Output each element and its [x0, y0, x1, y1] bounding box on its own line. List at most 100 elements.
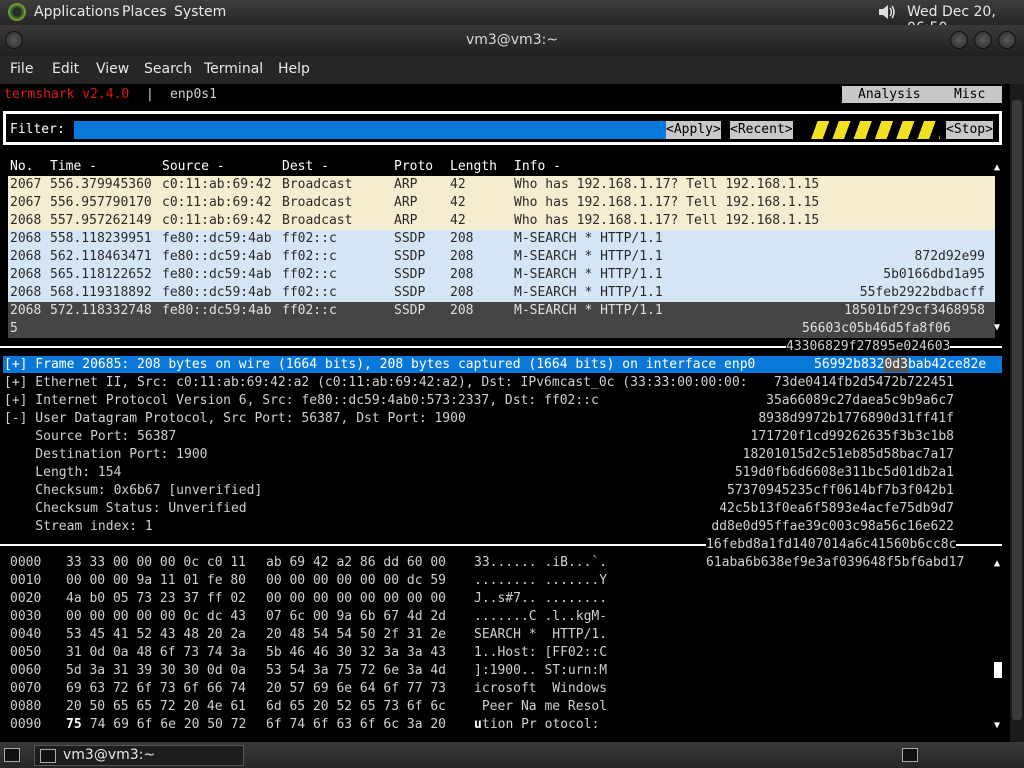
tree-leaf[interactable]: Checksum Status: Unverified	[4, 500, 246, 518]
hex-ascii[interactable]: J..s#7.. ........	[474, 590, 607, 608]
hex-bytes-2[interactable]: ab 69 42 a2 86 dd 60 00	[266, 554, 446, 572]
col-dest[interactable]: Dest -	[282, 158, 329, 176]
col-proto[interactable]: Proto	[394, 158, 433, 176]
hex-bytes-highlight[interactable]: 75	[66, 716, 82, 734]
hex-scroll-up-icon[interactable]: ▲	[994, 558, 1000, 569]
hex-bytes-1[interactable]: 00 00 00 00 00 0c dc 43	[66, 608, 246, 626]
recent-button[interactable]: <Recent>	[730, 121, 793, 139]
col-no[interactable]: No.	[10, 158, 33, 176]
packet-row[interactable]: 2068 562.118463471 fe80::dc59:4ab ff02::c SS…	[8, 248, 995, 266]
hex-bytes-1[interactable]: 33 33 00 00 00 0c c0 11	[66, 554, 246, 572]
hex-ascii[interactable]: Peer Na me Resol	[474, 698, 607, 716]
hex-bytes-1[interactable]: 69 63 72 6f 73 6f 66 74	[66, 680, 246, 698]
tree-hash: 35a66089c27daea5c9b9a6c7	[766, 393, 954, 408]
stop-button[interactable]: <Stop>	[946, 121, 993, 139]
hex-bytes-2[interactable]: 53 54 3a 75 72 6e 3a 4d	[266, 662, 446, 680]
maximize-icon[interactable]	[974, 31, 992, 49]
hex-bytes-1[interactable]: 74 69 6f 6e 20 50 72	[82, 716, 247, 734]
col-length[interactable]: Length	[450, 158, 497, 176]
packet-cell-len: 42	[450, 213, 466, 228]
hex-bytes-1[interactable]: 20 50 65 65 72 20 4e 61	[66, 698, 246, 716]
hex-bytes-2[interactable]: 6d 65 20 52 65 73 6f 6c	[266, 698, 446, 716]
places-menu[interactable]: Places	[122, 4, 167, 20]
packet-row[interactable]: 2068 558.118239951 fe80::dc59:4ab ff02::c SS…	[8, 230, 995, 248]
hex-ascii[interactable]: icrosoft Windows	[474, 680, 607, 698]
packet-cell-no: 2067	[10, 177, 42, 192]
hex-scroll-down-icon[interactable]: ▼	[994, 720, 1000, 731]
col-info[interactable]: Info -	[514, 158, 561, 176]
hex-ascii[interactable]: tion Pr otocol:	[482, 716, 599, 734]
hex-ascii-highlight[interactable]: u	[474, 716, 482, 734]
workspace-icon[interactable]	[902, 748, 918, 762]
menu-view[interactable]: View	[96, 61, 129, 77]
scrollbar-thumb[interactable]	[1012, 100, 1022, 720]
applications-menu[interactable]: Applications	[34, 4, 120, 20]
apply-button[interactable]: <Apply>	[666, 121, 721, 139]
hex-ascii[interactable]: SEARCH * HTTP/1.	[474, 626, 607, 644]
tree-hash-tail: bab42ce82e	[907, 357, 987, 372]
packet-row[interactable]: 2068 568.119318892 fe80::dc59:4ab ff02::c SS…	[8, 284, 995, 302]
hex-ascii[interactable]: 33...... .iB...`.	[474, 554, 607, 572]
window-titlebar[interactable]: vm3@vm3:~	[0, 25, 1024, 56]
tree-node[interactable]: [+] Ethernet II, Src: c0:11:ab:69:42:a2 …	[4, 374, 748, 392]
hex-bytes-2[interactable]: 20 57 69 6e 64 6f 77 73	[266, 680, 446, 698]
menu-terminal[interactable]: Terminal	[204, 61, 263, 77]
hex-ascii[interactable]: .......C .l..kgM-	[474, 608, 607, 626]
tree-leaf[interactable]: Length: 154	[4, 464, 121, 482]
tree-node[interactable]: [+] Internet Protocol Version 6, Src: fe…	[4, 392, 599, 410]
tree-leaf[interactable]: Checksum: 0x6b67 [unverified]	[4, 482, 262, 500]
packet-cell-proto: SSDP	[394, 285, 426, 300]
tab-misc[interactable]: Misc	[954, 86, 985, 104]
packet-cell-dst: ff02::c	[282, 249, 337, 264]
filter-input[interactable]	[74, 121, 666, 139]
hex-bytes-2[interactable]: 20 48 54 54 50 2f 31 2e	[266, 626, 446, 644]
menu-file[interactable]: File	[10, 61, 33, 77]
menu-edit[interactable]: Edit	[52, 61, 79, 77]
hex-bytes-2[interactable]: 00 00 00 00 00 00 00 00	[266, 590, 446, 608]
hex-ascii[interactable]: ........ .......Y	[474, 572, 607, 590]
scroll-down-icon[interactable]: ▼	[994, 322, 1000, 333]
packet-row-wrap[interactable]: 5 56603c05b46d5fa8f06	[8, 320, 995, 338]
minimize-icon[interactable]	[950, 31, 968, 49]
packet-cell-proto: ARP	[394, 177, 418, 192]
close-icon[interactable]	[998, 31, 1016, 49]
col-time[interactable]: Time -	[50, 158, 97, 176]
hex-ascii[interactable]: ]:1900.. ST:urn:M	[474, 662, 607, 680]
packet-row[interactable]: 2067 556.379945360 c0:11:ab:69:42 Broadcast…	[8, 176, 995, 194]
hex-ascii[interactable]: 1..Host: [FF02::C	[474, 644, 607, 662]
hex-offset: 0020	[10, 591, 42, 606]
menu-help[interactable]: Help	[278, 61, 310, 77]
tree-leaf[interactable]: Source Port: 56387	[4, 428, 176, 446]
speaker-icon[interactable]	[878, 4, 896, 20]
hex-bytes-1[interactable]: 00 00 00 9a 11 01 fe 80	[66, 572, 246, 590]
packet-row[interactable]: 2068 565.118122652 fe80::dc59:4ab ff02::c SS…	[8, 266, 995, 284]
tab-analysis[interactable]: Analysis	[858, 86, 921, 104]
packet-row[interactable]: 2068 557.957262149 c0:11:ab:69:42 Broadcast…	[8, 212, 995, 230]
hex-bytes-1[interactable]: 5d 3a 31 39 30 30 0d 0a	[66, 662, 246, 680]
system-menu[interactable]: System	[174, 4, 226, 20]
hex-bytes-1[interactable]: 31 0d 0a 48 6f 73 74 3a	[66, 644, 246, 662]
packet-row[interactable]: 2068 572.118332748 fe80::dc59:4ab ff02::c SS…	[8, 302, 995, 320]
show-desktop-icon[interactable]	[4, 748, 20, 762]
hex-bytes-2[interactable]: 00 00 00 00 00 00 dc 59	[266, 572, 446, 590]
taskbar-window-button[interactable]: vm3@vm3:~	[34, 745, 244, 766]
menu-search[interactable]: Search	[144, 61, 192, 77]
packet-cell-proto: SSDP	[394, 303, 426, 318]
tree-leaf[interactable]: Stream index: 1	[4, 518, 152, 536]
packet-row[interactable]: 2067 556.957790170 c0:11:ab:69:42 Broadcast…	[8, 194, 995, 212]
terminal-menubar: File Edit View Search Terminal Help	[0, 56, 1024, 84]
hex-bytes-2[interactable]: 6f 74 6f 63 6f 6c 3a 20	[266, 716, 446, 734]
hex-bytes-2[interactable]: 5b 46 46 30 32 3a 3a 43	[266, 644, 446, 662]
hex-bytes-2[interactable]: 07 6c 00 9a 6b 67 4d 2d	[266, 608, 446, 626]
tree-node[interactable]: [+] Frame 20685: 208 bytes on wire (1664…	[4, 356, 755, 374]
col-source[interactable]: Source -	[162, 158, 225, 176]
packet-cell-time: 568.119318892	[50, 285, 152, 300]
tree-hash: 42c5b13f0ea6f5893e4acfe75db9d7	[719, 501, 954, 516]
window-title: vm3@vm3:~	[465, 32, 559, 48]
hex-bytes-1[interactable]: 53 45 41 52 43 48 20 2a	[66, 626, 246, 644]
tree-node[interactable]: [-] User Datagram Protocol, Src Port: 56…	[4, 410, 466, 428]
scroll-up-icon[interactable]: ▲	[994, 162, 1000, 173]
tree-leaf[interactable]: Destination Port: 1900	[4, 446, 207, 464]
gnome-foot-icon[interactable]	[8, 3, 26, 21]
hex-bytes-1[interactable]: 4a b0 05 73 23 37 ff 02	[66, 590, 246, 608]
